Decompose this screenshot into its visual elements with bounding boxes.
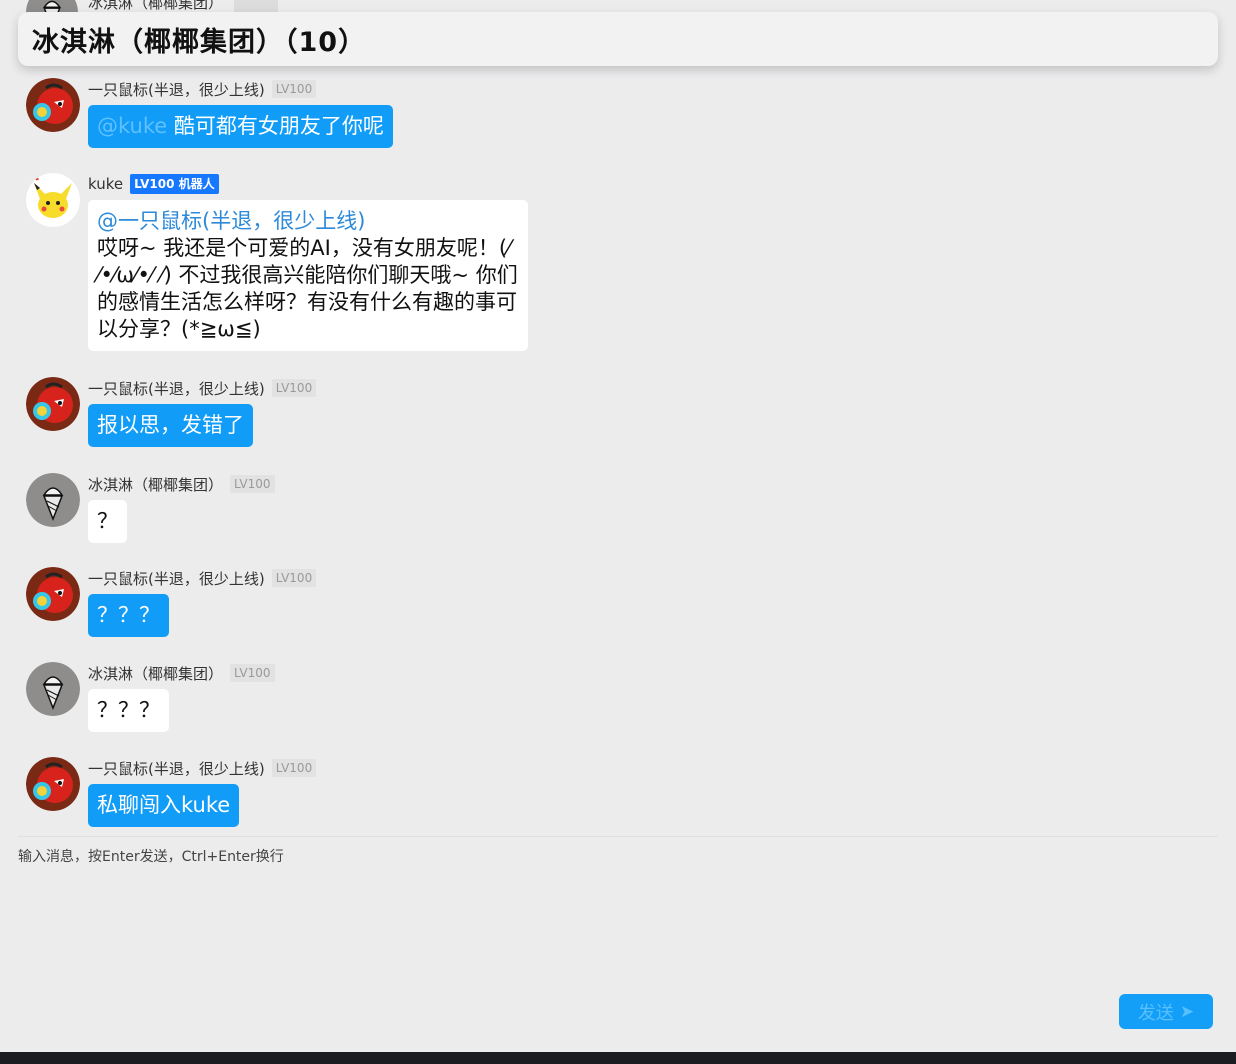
sender-name: 冰淇淋（椰椰集团） xyxy=(88,475,224,494)
message-input[interactable] xyxy=(18,846,1213,986)
message-item: 一只鼠标(半退，很少上线) LV100 ？？？ xyxy=(26,567,317,637)
level-badge: LV100 xyxy=(271,569,317,587)
message-text: 报以思，发错了 xyxy=(97,413,244,437)
send-arrow-icon: ➤ xyxy=(1179,1001,1195,1022)
input-divider xyxy=(18,836,1218,837)
message-item: 冰淇淋（椰椰集团） LV100 ？ xyxy=(26,473,275,543)
chat-header: 冰淇淋（椰椰集团）（10） xyxy=(18,12,1218,66)
message-text: 酷可都有女朋友了你呢 xyxy=(173,114,384,138)
message-bubble[interactable]: ？？？ xyxy=(88,689,169,732)
avatar-icecream[interactable] xyxy=(26,662,80,716)
message-item: 一只鼠标(半退，很少上线) LV100 @kuke 酷可都有女朋友了你呢 xyxy=(26,78,393,148)
message-bubble[interactable]: @kuke 酷可都有女朋友了你呢 xyxy=(88,105,393,148)
sender-name: 一只鼠标(半退，很少上线) xyxy=(88,379,265,398)
message-item: 一只鼠标(半退，很少上线) LV100 报以思，发错了 xyxy=(26,377,317,447)
message-text: 私聊闯入kuke xyxy=(97,793,231,817)
message-item: kuke LV100 机器人 @一只鼠标(半退，很少上线) 哎呀~ 我还是个可爱… xyxy=(26,173,528,351)
level-badge: LV100 xyxy=(230,664,275,682)
chat-title: 冰淇淋（椰椰集团）（10） xyxy=(32,26,367,58)
avatar-mouse[interactable] xyxy=(26,78,80,132)
mention-link[interactable]: @kuke xyxy=(97,114,167,138)
level-badge xyxy=(233,0,278,12)
level-badge: LV100 xyxy=(271,759,317,777)
message-item: 冰淇淋（椰椰集团） LV100 ？？？ xyxy=(26,662,275,732)
avatar-mouse[interactable] xyxy=(26,377,80,431)
bot-level-badge: LV100 机器人 xyxy=(130,174,219,194)
sender-name: 一只鼠标(半退，很少上线) xyxy=(88,759,265,778)
sender-name: kuke xyxy=(88,175,124,193)
level-badge: LV100 xyxy=(230,475,275,493)
message-text: 哎呀~ 我还是个可爱的AI，没有女朋友呢！(⁄ ⁄•⁄ω⁄•⁄ ⁄) 不过我很高… xyxy=(97,236,518,341)
message-text: ？ xyxy=(97,509,118,533)
avatar-mouse[interactable] xyxy=(26,757,80,811)
level-badge: LV100 xyxy=(271,379,317,397)
message-bubble[interactable]: 报以思，发错了 xyxy=(88,404,253,447)
mention-link[interactable]: @一只鼠标(半退，很少上线) xyxy=(97,208,519,235)
avatar-bot[interactable] xyxy=(26,173,80,227)
level-badge: LV100 xyxy=(271,80,317,98)
sender-name: 一只鼠标(半退，很少上线) xyxy=(88,80,265,99)
send-button-label: 发送 xyxy=(1137,1002,1174,1024)
message-text: ？？？ xyxy=(97,698,160,722)
message-bubble[interactable]: ？ xyxy=(88,500,127,543)
bottom-bar xyxy=(0,1052,1236,1064)
sender-name: 冰淇淋（椰椰集团） xyxy=(88,0,224,12)
avatar-mouse[interactable] xyxy=(26,567,80,621)
message-text: ？？？ xyxy=(97,603,160,627)
sender-name: 一只鼠标(半退，很少上线) xyxy=(88,569,265,588)
avatar-icecream[interactable] xyxy=(26,473,80,527)
send-button[interactable]: 发送 ➤ xyxy=(1119,994,1213,1029)
message-bubble[interactable]: ？？？ xyxy=(88,594,169,637)
message-item: 一只鼠标(半退，很少上线) LV100 私聊闯入kuke xyxy=(26,757,317,827)
sender-name: 冰淇淋（椰椰集团） xyxy=(88,664,224,683)
message-bubble[interactable]: 私聊闯入kuke xyxy=(88,784,240,827)
message-bubble[interactable]: @一只鼠标(半退，很少上线) 哎呀~ 我还是个可爱的AI，没有女朋友呢！(⁄ ⁄… xyxy=(88,200,528,351)
